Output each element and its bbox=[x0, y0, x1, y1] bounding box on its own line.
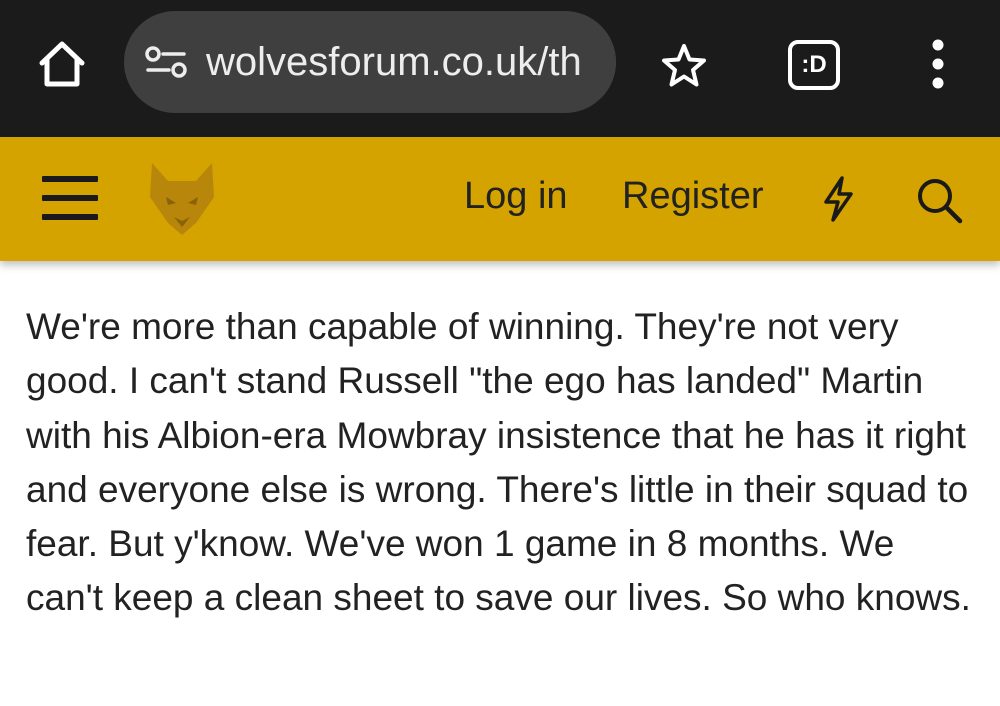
browser-toolbar: wolvesforum.co.uk/th :D bbox=[0, 0, 1000, 137]
register-link[interactable]: Register bbox=[622, 173, 764, 219]
lightning-bolt-icon[interactable] bbox=[818, 175, 858, 223]
tab-switcher-icon[interactable]: :D bbox=[788, 40, 840, 90]
login-link[interactable]: Log in bbox=[464, 173, 568, 219]
address-bar[interactable]: wolvesforum.co.uk/th bbox=[124, 11, 616, 113]
more-vert-icon[interactable] bbox=[922, 38, 954, 90]
wolf-head-logo[interactable] bbox=[146, 161, 218, 237]
star-icon[interactable] bbox=[660, 42, 708, 90]
hamburger-menu-icon[interactable] bbox=[40, 173, 100, 223]
post-body-text: We're more than capable of winning. They… bbox=[26, 306, 971, 619]
home-icon[interactable] bbox=[36, 38, 88, 90]
url-text[interactable]: wolvesforum.co.uk/th bbox=[206, 37, 598, 87]
site-settings-icon[interactable] bbox=[144, 45, 188, 79]
search-icon[interactable] bbox=[914, 175, 966, 227]
site-header: Log in Register bbox=[0, 137, 1000, 261]
url-fade bbox=[576, 11, 616, 113]
